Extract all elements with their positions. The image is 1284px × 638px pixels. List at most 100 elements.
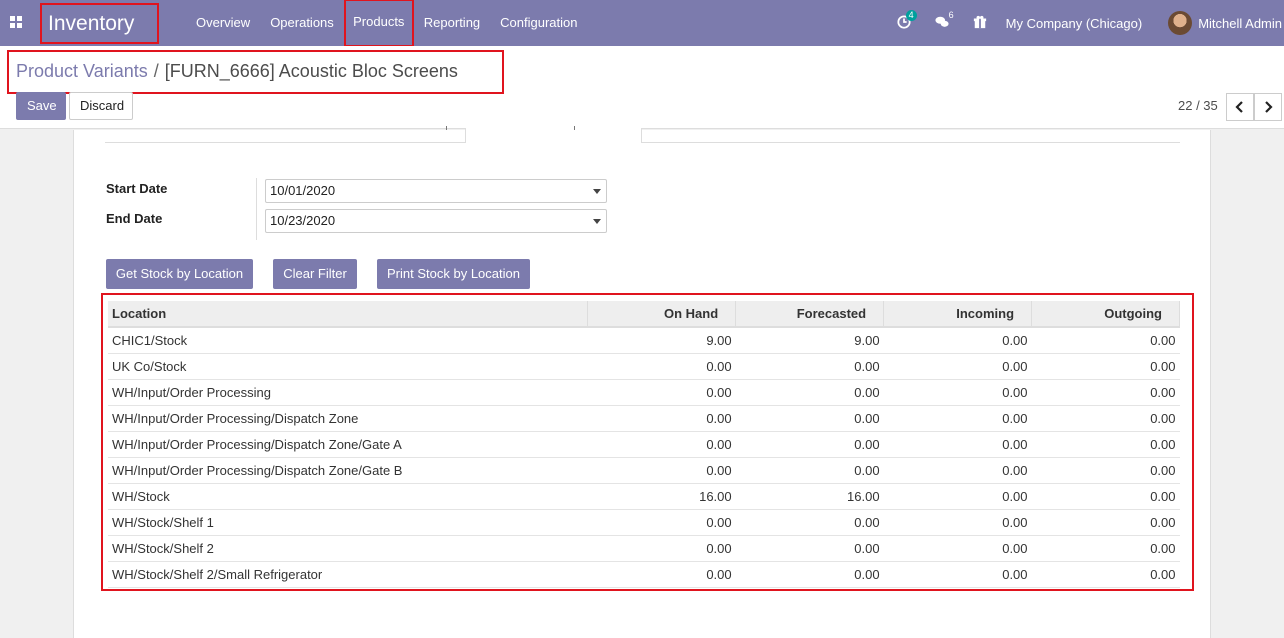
- discard-button[interactable]: Discard: [69, 92, 133, 120]
- cell-outgoing: 0.00: [1031, 431, 1180, 458]
- start-date-value: 10/01/2020: [270, 183, 336, 198]
- message-count-badge: 6: [948, 10, 954, 20]
- cell-location: WH/Stock/Shelf 2: [108, 535, 588, 562]
- cell-on-hand: 9.00: [587, 327, 736, 354]
- column-on-hand[interactable]: On Hand: [587, 301, 737, 328]
- table-row[interactable]: WH/Stock 16.00 16.00 0.00 0.00: [108, 483, 1180, 510]
- avatar[interactable]: [1168, 11, 1193, 35]
- cell-outgoing: 0.00: [1031, 509, 1180, 536]
- cell-on-hand: 0.00: [587, 405, 736, 432]
- print-stock-by-location-button[interactable]: Print Stock by Location: [377, 259, 530, 289]
- table-row[interactable]: WH/Stock/Shelf 1 0.00 0.00 0.00 0.00: [108, 509, 1180, 536]
- pager-next-button[interactable]: [1254, 93, 1282, 121]
- cell-forecasted: 0.00: [735, 561, 884, 588]
- chevron-left-icon: [1235, 101, 1243, 113]
- cell-location: WH/Stock/Shelf 1: [108, 509, 588, 536]
- cell-incoming: 0.00: [883, 535, 1032, 562]
- cell-incoming: 0.00: [883, 561, 1032, 588]
- menu-configuration[interactable]: Configuration: [490, 0, 587, 46]
- cell-forecasted: 0.00: [735, 509, 884, 536]
- tab-active[interactable]: [465, 128, 642, 143]
- pager-value[interactable]: 22 / 35: [1178, 98, 1218, 113]
- cell-outgoing: 0.00: [1031, 405, 1180, 432]
- menu-reporting[interactable]: Reporting: [414, 0, 490, 46]
- table-header-row: Location On Hand Forecasted Incoming Out…: [108, 301, 1180, 328]
- cell-incoming: 0.00: [883, 431, 1032, 458]
- breadcrumb-current: [FURN_6666] Acoustic Bloc Screens: [164, 61, 458, 81]
- control-panel: Product Variants / [FURN_6666] Acoustic Bl…: [0, 46, 1284, 129]
- chevron-down-icon: [593, 189, 601, 194]
- end-date-label: End Date: [106, 211, 163, 226]
- cell-incoming: 0.00: [883, 509, 1032, 536]
- table-row[interactable]: WH/Input/Order Processing/Dispatch Zone/…: [108, 457, 1180, 484]
- cell-incoming: 0.00: [883, 457, 1032, 484]
- end-date-select[interactable]: 10/23/2020: [265, 209, 607, 233]
- cell-location: WH/Stock/Shelf 2/Small Refrigerator: [108, 561, 588, 588]
- cell-outgoing: 0.00: [1031, 379, 1180, 406]
- cell-on-hand: 0.00: [587, 535, 736, 562]
- menu-overview[interactable]: Overview: [186, 0, 260, 46]
- cell-on-hand: 0.00: [587, 353, 736, 380]
- menu-products[interactable]: Products: [343, 0, 414, 47]
- cell-on-hand: 16.00: [587, 483, 736, 510]
- cell-forecasted: 0.00: [735, 457, 884, 484]
- cell-outgoing: 0.00: [1031, 535, 1180, 562]
- cell-forecasted: 0.00: [735, 379, 884, 406]
- cell-location: WH/Input/Order Processing/Dispatch Zone: [108, 405, 588, 432]
- cell-on-hand: 0.00: [587, 431, 736, 458]
- activity-count-badge: 4: [905, 10, 917, 21]
- column-outgoing[interactable]: Outgoing: [1031, 301, 1180, 328]
- cell-outgoing: 0.00: [1031, 561, 1180, 588]
- start-date-label: Start Date: [106, 181, 168, 196]
- table-row[interactable]: WH/Input/Order Processing/Dispatch Zone/…: [108, 431, 1180, 458]
- cell-incoming: 0.00: [883, 379, 1032, 406]
- menu-operations[interactable]: Operations: [260, 0, 344, 46]
- breadcrumb-parent[interactable]: Product Variants: [16, 61, 148, 81]
- cell-incoming: 0.00: [883, 405, 1032, 432]
- activity-clock-icon[interactable]: 4: [897, 10, 917, 31]
- cell-location: WH/Input/Order Processing: [108, 379, 588, 406]
- clear-filter-button[interactable]: Clear Filter: [273, 259, 357, 289]
- cell-forecasted: 0.00: [735, 405, 884, 432]
- end-date-value: 10/23/2020: [270, 213, 336, 228]
- systray: 4 6 My Company (Chicago) Mitchell Admin: [886, 0, 1284, 46]
- save-button[interactable]: Save: [16, 92, 66, 120]
- cell-on-hand: 0.00: [587, 379, 736, 406]
- cell-incoming: 0.00: [883, 327, 1032, 354]
- column-incoming[interactable]: Incoming: [883, 301, 1033, 328]
- top-navbar: Inventory Overview Operations Products R…: [0, 0, 1284, 47]
- stock-table-frame: Location On Hand Forecasted Incoming Out…: [101, 293, 1194, 591]
- main-menu: Overview Operations Products Reporting C…: [186, 0, 587, 47]
- app-name[interactable]: Inventory: [40, 3, 159, 44]
- table-row[interactable]: WH/Input/Order Processing/Dispatch Zone 0…: [108, 405, 1180, 432]
- cell-outgoing: 0.00: [1031, 457, 1180, 484]
- start-date-select[interactable]: 10/01/2020: [265, 179, 607, 203]
- apps-menu-icon[interactable]: [10, 16, 22, 28]
- cell-forecasted: 16.00: [735, 483, 884, 510]
- cell-incoming: 0.00: [883, 483, 1032, 510]
- cell-forecasted: 9.00: [735, 327, 884, 354]
- user-menu[interactable]: Mitchell Admin: [1198, 16, 1282, 31]
- table-row[interactable]: WH/Stock/Shelf 2 0.00 0.00 0.00 0.00: [108, 535, 1180, 562]
- cell-on-hand: 0.00: [587, 509, 736, 536]
- table-row[interactable]: WH/Input/Order Processing 0.00 0.00 0.00 0.0…: [108, 379, 1180, 406]
- table-row[interactable]: WH/Stock/Shelf 2/Small Refrigerator 0.00 0…: [108, 561, 1180, 588]
- chevron-down-icon: [593, 219, 601, 224]
- company-switcher[interactable]: My Company (Chicago): [1006, 16, 1143, 31]
- table-row[interactable]: CHIC1/Stock 9.00 9.00 0.00 0.00: [108, 327, 1180, 354]
- pager-previous-button[interactable]: [1226, 93, 1254, 121]
- column-location[interactable]: Location: [108, 301, 589, 328]
- get-stock-by-location-button[interactable]: Get Stock by Location: [106, 259, 253, 289]
- table-row[interactable]: UK Co/Stock 0.00 0.00 0.00 0.00: [108, 353, 1180, 380]
- cell-location: CHIC1/Stock: [108, 327, 588, 354]
- cell-outgoing: 0.00: [1031, 327, 1180, 354]
- messages-icon[interactable]: 6: [935, 10, 954, 31]
- cell-location: WH/Stock: [108, 483, 588, 510]
- cell-on-hand: 0.00: [587, 457, 736, 484]
- gift-icon[interactable]: [973, 15, 989, 31]
- cell-incoming: 0.00: [883, 353, 1032, 380]
- stock-table: Location On Hand Forecasted Incoming Out…: [108, 301, 1180, 588]
- cell-location: UK Co/Stock: [108, 353, 588, 380]
- column-forecasted[interactable]: Forecasted: [735, 301, 885, 328]
- cell-forecasted: 0.00: [735, 535, 884, 562]
